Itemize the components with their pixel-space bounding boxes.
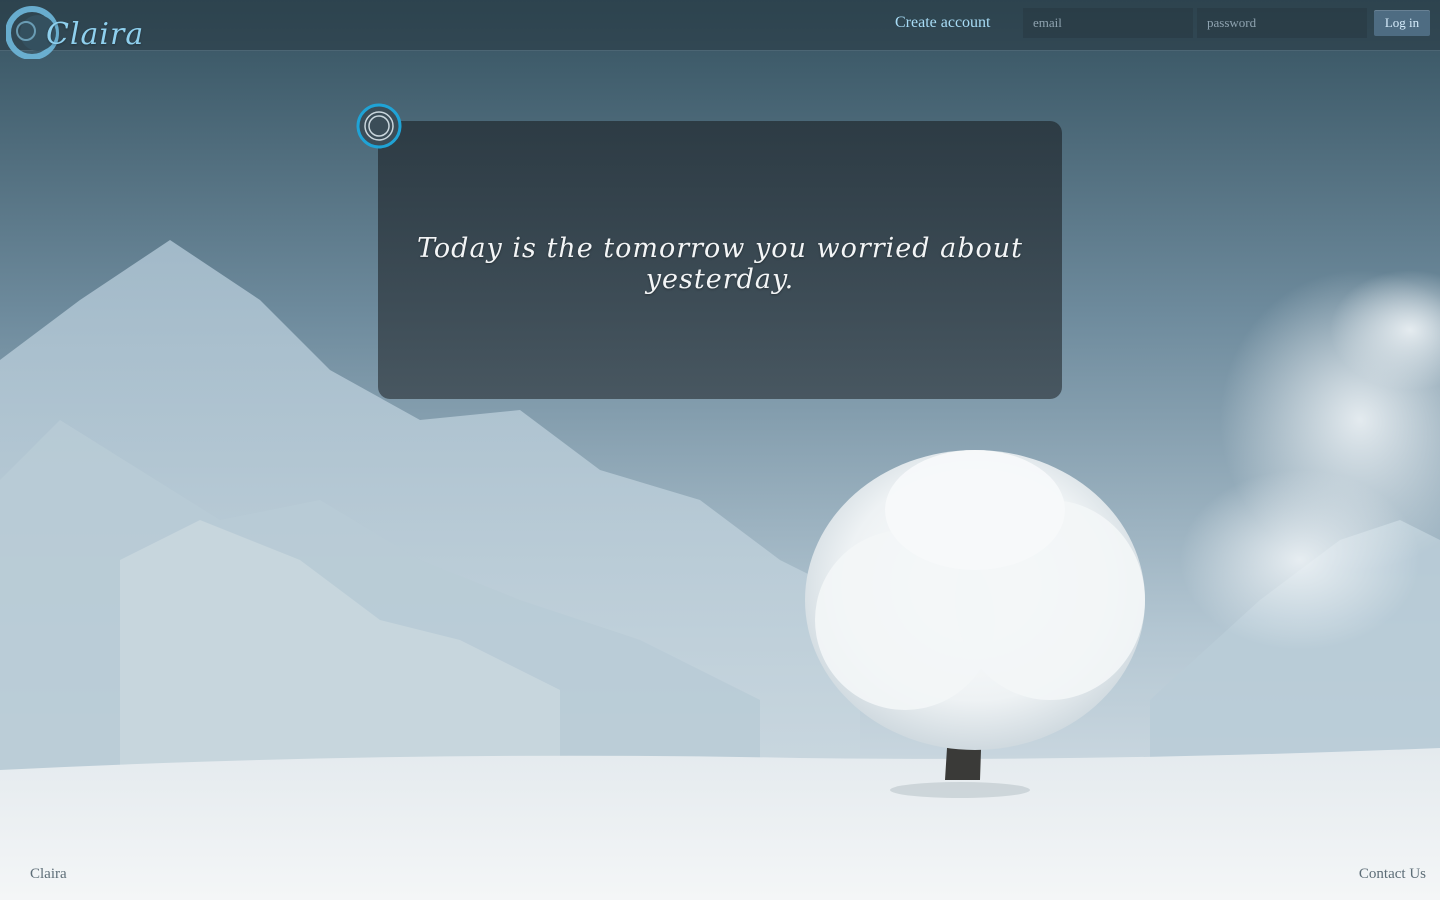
quote-text: Today is the tomorrow you worried about … bbox=[417, 233, 1023, 295]
password-input[interactable] bbox=[1197, 8, 1367, 38]
concentric-circle-icon bbox=[356, 103, 402, 149]
create-account-link[interactable]: Create account bbox=[895, 14, 991, 32]
top-navigation-bar: Claira Create account Log in bbox=[0, 0, 1440, 60]
brand-logo[interactable]: Claira bbox=[5, 3, 143, 60]
login-button[interactable]: Log in bbox=[1374, 10, 1430, 36]
footer-brand-label: Claira bbox=[30, 866, 67, 882]
email-input[interactable] bbox=[1023, 8, 1193, 38]
quote-card: Today is the tomorrow you worried about … bbox=[378, 121, 1062, 399]
brand-name: Claira bbox=[46, 17, 145, 52]
contact-us-link[interactable]: Contact Us bbox=[1359, 866, 1426, 883]
